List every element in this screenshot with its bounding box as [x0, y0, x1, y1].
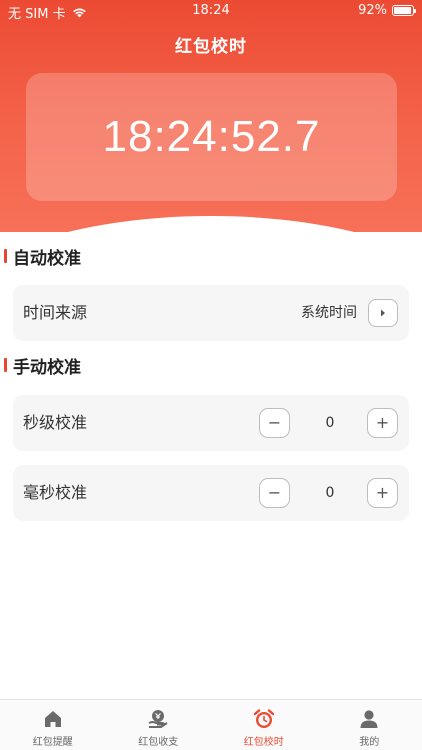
- header-banner: 无 SIM 卡 18:24 92% 红包校时 18:24:52.7: [0, 0, 422, 232]
- clock-display: 18:24:52.7: [102, 112, 321, 161]
- status-bar: 无 SIM 卡 18:24 92%: [0, 0, 422, 22]
- time-source-label: 时间来源: [23, 303, 88, 322]
- millis-label: 毫秒校准: [23, 483, 88, 502]
- tab-label: 红包提醒: [32, 737, 73, 748]
- tab-redpacket-income[interactable]: 红包收支: [106, 700, 212, 750]
- page-title: 红包校时: [175, 37, 247, 57]
- tab-label: 红包收支: [138, 737, 179, 748]
- user-icon: [360, 710, 378, 728]
- section-accent-bar: [4, 249, 7, 263]
- battery-percent: 92%: [358, 3, 387, 18]
- battery-icon: [392, 5, 416, 16]
- alarm-clock-icon: [253, 709, 274, 728]
- seconds-calibration-row: 秒级校准 − 0 +: [13, 395, 409, 451]
- header-curve: [0, 216, 422, 232]
- home-icon: [44, 711, 61, 727]
- section-title-auto: 自动校准: [0, 244, 81, 269]
- section-title-manual: 手动校准: [0, 353, 81, 378]
- millis-value: 0: [325, 485, 335, 501]
- section-title-text: 手动校准: [13, 357, 81, 378]
- clock-card: 18:24:52.7: [26, 73, 397, 201]
- time-source-button[interactable]: [368, 299, 398, 327]
- tab-mine[interactable]: 我的: [317, 700, 422, 750]
- millis-calibration-row: 毫秒校准 − 0 +: [13, 465, 409, 521]
- seconds-label: 秒级校准: [23, 413, 88, 432]
- seconds-decrement-button[interactable]: −: [259, 408, 290, 438]
- section-accent-bar: [4, 358, 7, 372]
- millis-decrement-button[interactable]: −: [259, 478, 290, 508]
- seconds-value: 0: [325, 415, 335, 431]
- wallet-icon: [148, 710, 168, 728]
- section-title-text: 自动校准: [13, 248, 81, 269]
- caret-right-icon: [381, 309, 385, 317]
- time-source-row[interactable]: 时间来源 系统时间: [13, 285, 409, 341]
- tab-label: 红包校时: [243, 737, 284, 748]
- seconds-increment-button[interactable]: +: [367, 408, 398, 438]
- tab-redpacket-timing[interactable]: 红包校时: [211, 700, 317, 750]
- battery-fill: [394, 7, 411, 14]
- time-source-value: 系统时间: [301, 305, 357, 321]
- millis-increment-button[interactable]: +: [367, 478, 398, 508]
- tab-redpacket-reminder[interactable]: 红包提醒: [0, 700, 106, 750]
- tab-bar: 红包提醒 红包收支 红包校时 我的: [0, 699, 422, 750]
- tab-label: 我的: [359, 737, 380, 748]
